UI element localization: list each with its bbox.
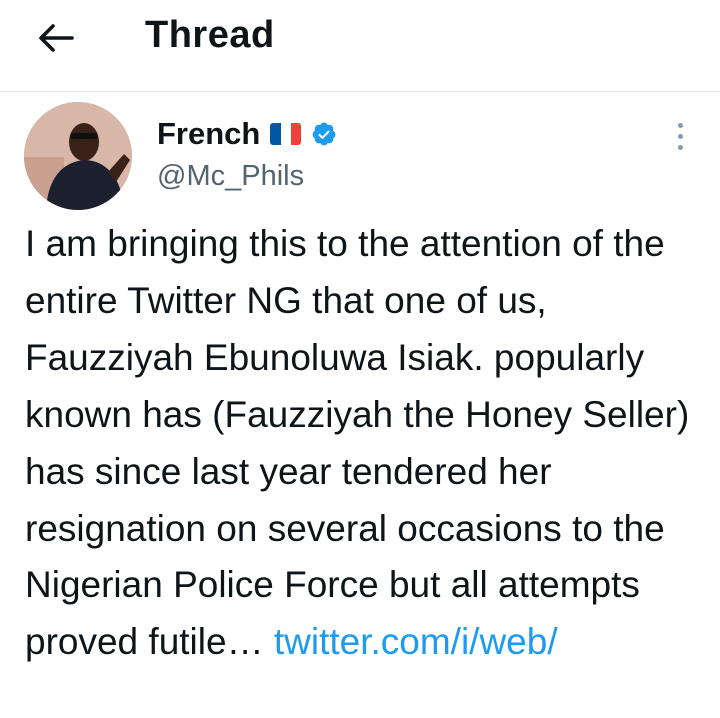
author-name-row[interactable]: French	[157, 114, 337, 154]
arrow-left-icon	[39, 24, 74, 52]
avatar-photo	[24, 102, 132, 210]
avatar[interactable]	[24, 102, 132, 210]
tweet-text: I am bringing this to the attention of t…	[25, 223, 690, 663]
tweet-link[interactable]: twitter.com/i/web/	[274, 621, 558, 662]
france-flag-icon	[270, 123, 302, 145]
more-vertical-icon-dot	[677, 133, 683, 139]
verified-badge-icon	[312, 122, 336, 146]
back-button[interactable]	[30, 16, 82, 60]
author-handle[interactable]: @Mc_Phils	[157, 160, 304, 193]
more-options-button[interactable]	[664, 116, 696, 156]
author-display-name[interactable]: French	[157, 116, 260, 152]
more-vertical-icon	[677, 122, 683, 128]
thread-header: Thread	[0, 0, 720, 92]
more-vertical-icon-dot	[677, 144, 683, 150]
tweet-body: I am bringing this to the attention of t…	[25, 216, 705, 671]
page-title: Thread	[145, 14, 275, 56]
